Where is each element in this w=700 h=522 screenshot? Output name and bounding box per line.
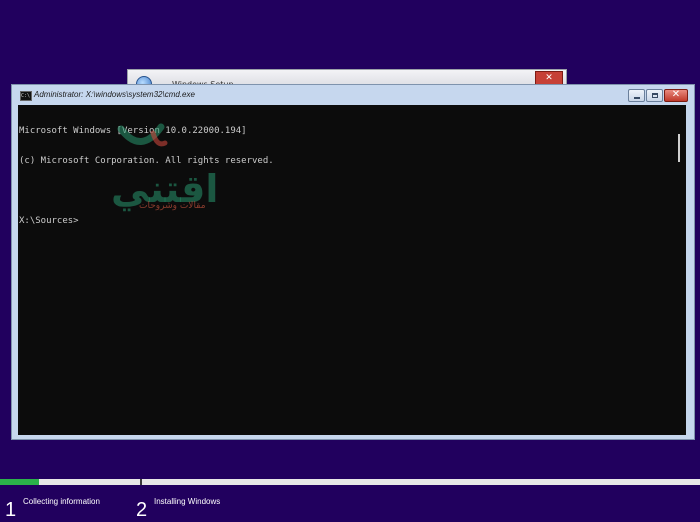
console-area[interactable]: Microsoft Windows [Version 10.0.22000.19… <box>18 105 686 435</box>
setup-progress-bar <box>0 479 700 485</box>
progress-fill <box>0 479 39 485</box>
caption-buttons: ✕ <box>628 89 688 104</box>
cmd-titlebar[interactable]: C:\ Administrator: X:\windows\system32\c… <box>12 85 694 105</box>
step-label: Installing Windows <box>154 497 221 506</box>
cmd-window: C:\ Administrator: X:\windows\system32\c… <box>11 84 695 440</box>
maximize-button[interactable] <box>646 89 663 102</box>
minimize-icon <box>634 97 640 99</box>
maximize-icon <box>652 93 658 98</box>
watermark-logo: اقتني مقالات وشروحات <box>107 121 237 216</box>
minimize-button[interactable] <box>628 89 645 102</box>
vertical-scrollbar[interactable] <box>673 105 686 435</box>
cmd-title: Administrator: X:\windows\system32\cmd.e… <box>34 90 195 99</box>
watermark-subtext: مقالات وشروحات <box>139 201 206 211</box>
scroll-thumb[interactable] <box>678 134 680 162</box>
cmd-icon: C:\ <box>20 91 32 101</box>
console-prompt[interactable]: X:\Sources> <box>19 216 672 226</box>
step-label: Collecting information <box>23 497 100 506</box>
close-button[interactable]: ✕ <box>664 89 688 102</box>
step-number: 2 <box>136 499 148 521</box>
watermark-mark-icon <box>117 123 168 147</box>
setup-close-button[interactable]: ✕ <box>535 71 563 85</box>
step-number: 1 <box>5 499 17 521</box>
step-separator <box>140 479 142 485</box>
close-icon: ✕ <box>671 89 681 100</box>
